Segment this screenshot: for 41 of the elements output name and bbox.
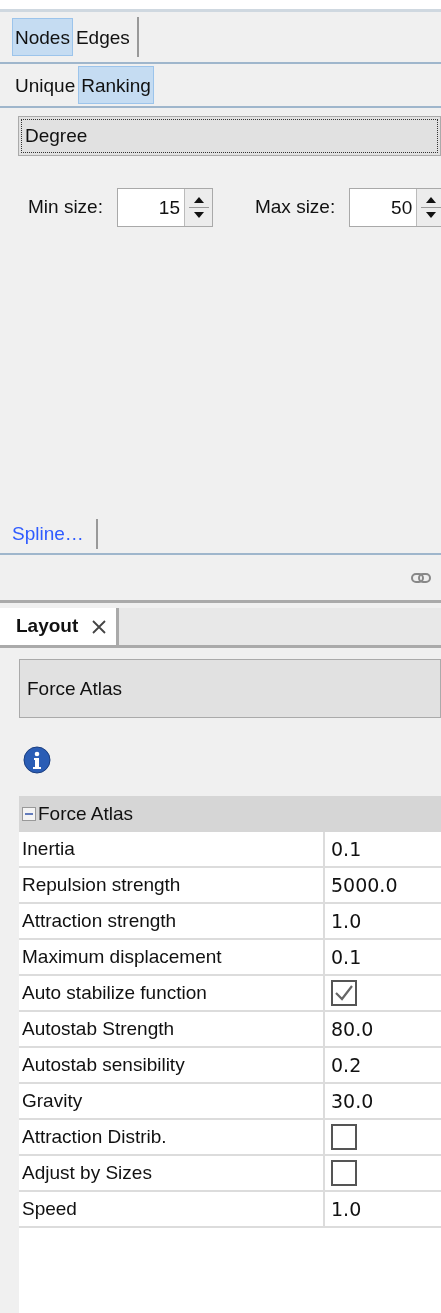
spin-arrows-icon[interactable]: [183, 189, 212, 226]
property-name: Autostab Strength: [19, 1012, 325, 1046]
property-value[interactable]: 0.1: [331, 834, 362, 864]
number-spinner[interactable]: 50: [349, 188, 441, 227]
property-name: Autostab sensibility: [19, 1048, 325, 1082]
field-label: Max size:: [254, 195, 336, 220]
property-value[interactable]: 80.0: [331, 1014, 374, 1044]
number-spinner[interactable]: 15: [116, 188, 213, 227]
property-name: Inertia: [19, 832, 325, 866]
property-name: Auto stabilize function: [19, 976, 325, 1010]
info-icon[interactable]: [23, 746, 51, 774]
checkbox[interactable]: [331, 980, 357, 1006]
checkbox[interactable]: [331, 1160, 357, 1186]
property-value[interactable]: 5000.0: [331, 870, 398, 900]
property-value[interactable]: 30.0: [331, 1086, 374, 1116]
layout-tab[interactable]: Layout: [0, 608, 120, 645]
parameter-dropdown[interactable]: Degree: [18, 116, 441, 156]
algorithm-dropdown[interactable]: Force Atlas: [19, 659, 441, 718]
property-value[interactable]: 0.2: [331, 1050, 362, 1080]
property-value[interactable]: 0.1: [331, 942, 362, 972]
tab[interactable]: Edges: [72, 18, 133, 56]
spin-arrows-icon[interactable]: [416, 189, 441, 226]
field-label: Min size:: [28, 195, 103, 220]
property-name: Attraction Distrib.: [19, 1120, 325, 1154]
property-name: Repulsion strength: [19, 868, 325, 902]
spline-link[interactable]: Spline…: [12, 519, 84, 549]
checkbox[interactable]: [331, 1124, 357, 1150]
tab[interactable]: Nodes: [12, 18, 73, 56]
close-icon[interactable]: [92, 619, 107, 634]
link-icon[interactable]: [411, 572, 431, 583]
tab[interactable]: Ranking: [78, 66, 154, 104]
group-header: Force Atlas: [38, 801, 134, 826]
collapse-icon[interactable]: [22, 807, 36, 821]
property-value[interactable]: 1.0: [331, 906, 362, 936]
property-name: Adjust by Sizes: [19, 1156, 325, 1190]
property-name: Gravity: [19, 1084, 325, 1118]
property-name: Attraction strength: [19, 904, 325, 938]
property-name: Maximum displacement: [19, 940, 325, 974]
tab[interactable]: Unique: [12, 66, 79, 104]
property-name: Speed: [19, 1192, 325, 1226]
property-value[interactable]: 1.0: [331, 1194, 362, 1224]
